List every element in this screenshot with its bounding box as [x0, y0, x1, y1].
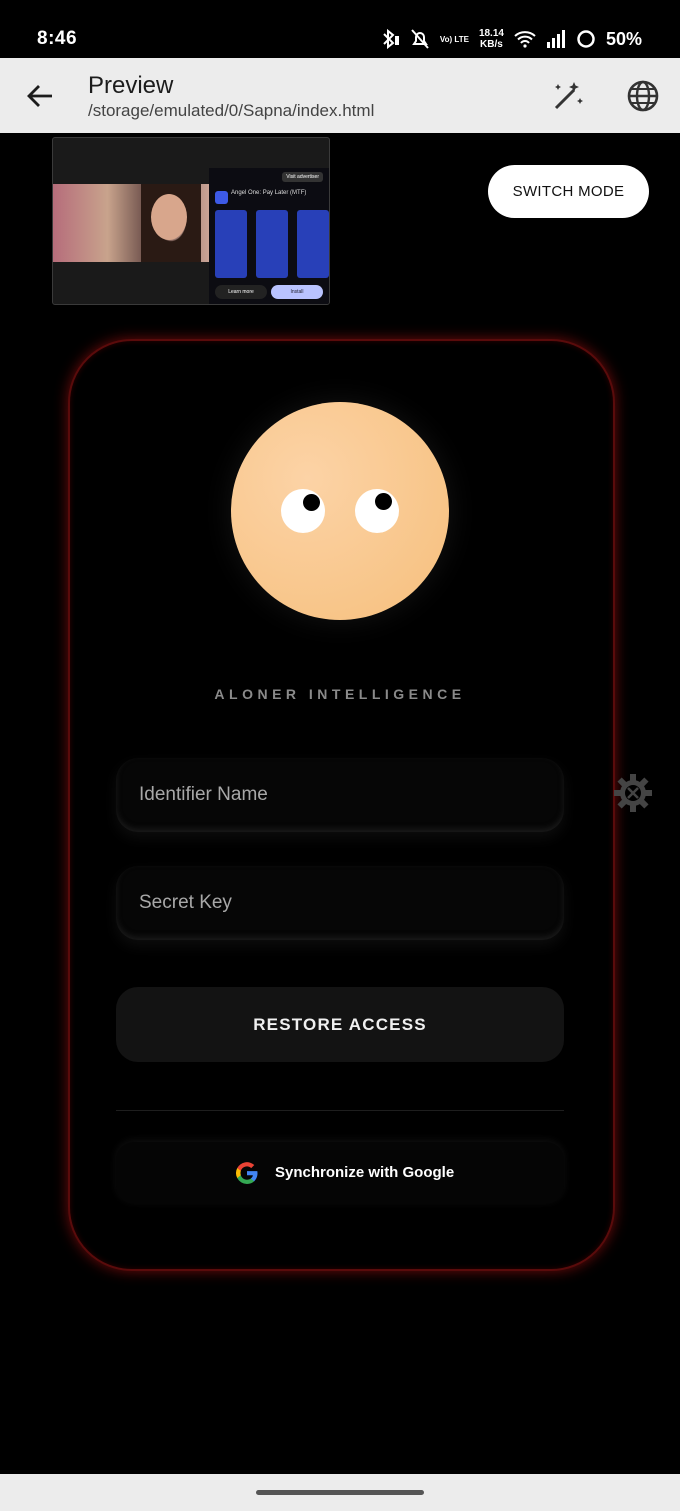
secret-key-field[interactable]: Secret Key: [116, 866, 564, 940]
status-time: 8:46: [37, 28, 78, 49]
ad-app-icon: [215, 191, 228, 204]
divider: [116, 1110, 564, 1111]
google-icon: [236, 1162, 258, 1184]
magic-wand-icon[interactable]: [550, 78, 586, 114]
file-path: /storage/emulated/0/Sapna/index.html: [88, 101, 375, 120]
battery-ring-icon: [577, 30, 595, 48]
page-title: Preview: [88, 72, 174, 99]
signal-icon: [546, 30, 565, 48]
google-sync-button[interactable]: Synchronize with Google: [116, 1142, 564, 1204]
navigation-bar: [0, 1474, 680, 1511]
left-eye: [281, 489, 325, 533]
identifier-placeholder: Identifier Name: [139, 784, 268, 805]
network-speed-unit: KB/s: [480, 39, 503, 50]
network-speed-value: 18.14: [478, 28, 504, 39]
status-bar: 8:46 Vo) LTE 18.14 KB/s 50%: [0, 0, 680, 58]
settings-gear-icon[interactable]: [611, 771, 655, 815]
network-speed: 18.14 KB/s: [479, 28, 504, 50]
status-icons: Vo) LTE 18.14 KB/s 50%: [380, 24, 642, 54]
mute-bell-icon: [411, 29, 429, 49]
ad-screenshot: [297, 210, 329, 278]
ad-learn-more-button[interactable]: Learn more: [215, 285, 267, 299]
wifi-icon: [514, 31, 536, 48]
switch-mode-button[interactable]: SWITCH MODE: [488, 165, 649, 218]
restore-access-button[interactable]: RESTORE ACCESS: [116, 987, 564, 1062]
battery-percent: 50%: [605, 28, 642, 49]
ad-app-name: Angel One: Pay Later (MTF): [231, 190, 307, 196]
avatar-face: [231, 402, 449, 620]
google-sync-label: Synchronize with Google: [275, 1164, 455, 1181]
bluetooth-icon: [383, 28, 399, 50]
brand-title: ALONER INTELLIGENCE: [214, 686, 466, 702]
identifier-field[interactable]: Identifier Name: [116, 758, 564, 832]
ad-banner[interactable]: Visit advertiser Angel One: Pay Later (M…: [52, 137, 330, 305]
ad-visit-advertiser[interactable]: Visit advertiser: [282, 172, 323, 182]
app-bar: Preview /storage/emulated/0/Sapna/index.…: [0, 58, 680, 133]
secret-key-placeholder: Secret Key: [139, 892, 232, 913]
ad-screenshot: [256, 210, 288, 278]
home-gesture-handle[interactable]: [256, 1490, 424, 1495]
ad-install-button[interactable]: Install: [271, 285, 323, 299]
globe-icon[interactable]: [625, 78, 661, 114]
volte-indicator: Vo) LTE: [439, 34, 469, 44]
ad-video-thumbnail: [53, 184, 209, 262]
right-eye: [355, 489, 399, 533]
back-arrow-icon[interactable]: [24, 80, 56, 112]
ad-screenshot: [215, 210, 247, 278]
